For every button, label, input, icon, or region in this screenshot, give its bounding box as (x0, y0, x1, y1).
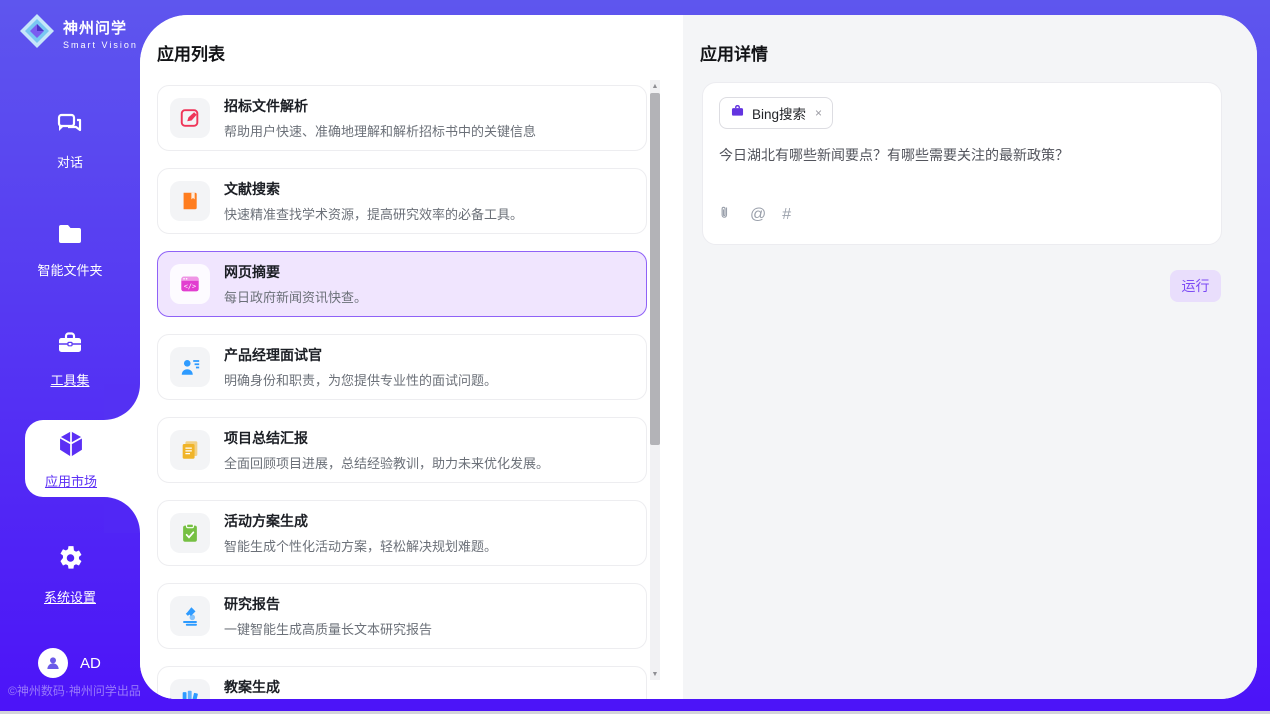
user-initials: AD (80, 655, 101, 672)
brand-name: 神州问学 (63, 17, 138, 38)
app-item-desc: 一键智能生成高质量长文本研究报告 (224, 619, 432, 638)
cube-icon (25, 428, 117, 465)
main-container: 应用列表 招标文件解析 帮助用户快速、准确地理解和解析招标书中的关键信息 文献搜… (140, 15, 1257, 699)
app-list-panel: 应用列表 招标文件解析 帮助用户快速、准确地理解和解析招标书中的关键信息 文献搜… (140, 15, 683, 699)
app-list-item[interactable]: 招标文件解析 帮助用户快速、准确地理解和解析招标书中的关键信息 (157, 85, 647, 151)
app-item-title: 项目总结汇报 (224, 428, 549, 448)
app-list-item[interactable]: 产品经理面试官 明确身份和职责，为您提供专业性的面试问题。 (157, 334, 647, 400)
sidebar-item-toolset[interactable]: 工具集 (0, 330, 140, 390)
sidebar-item-label: 智能文件夹 (37, 263, 102, 278)
app-item-title: 文献搜索 (224, 179, 523, 199)
sidebar-item-settings[interactable]: 系统设置 (0, 543, 140, 607)
scrollbar-thumb[interactable] (650, 93, 660, 445)
briefcase-icon (0, 330, 140, 361)
sidebar-item-app-market[interactable]: 应用市场 (25, 420, 140, 497)
sidebar-item-chat[interactable]: 对话 (0, 112, 140, 172)
interview-icon (170, 347, 210, 387)
clipboard-check-icon (170, 513, 210, 553)
app-list-item[interactable]: 文献搜索 快速精准查找学术资源，提高研究效率的必备工具。 (157, 168, 647, 234)
scrollbar[interactable]: ▲ ▼ (650, 80, 660, 680)
run-button[interactable]: 运行 (1170, 270, 1221, 302)
gear-icon (0, 543, 140, 578)
microscope-icon (170, 596, 210, 636)
app-list-item[interactable]: </> 网页摘要 每日政府新闻资讯快查。 (157, 251, 647, 317)
folder-icon (0, 222, 140, 251)
brand-logo: 神州问学 Smart Vision (18, 12, 138, 55)
avatar (38, 648, 68, 678)
close-icon[interactable]: × (815, 106, 822, 120)
browser-code-icon: </> (170, 264, 210, 304)
app-detail-title: 应用详情 (700, 40, 1257, 65)
app-item-desc: 明确身份和职责，为您提供专业性的面试问题。 (224, 370, 497, 389)
gem-logo-icon (18, 12, 56, 55)
app-item-desc: 全面回顾项目进展，总结经验教训，助力未来优化发展。 (224, 453, 549, 472)
sidebar-item-label: 工具集 (50, 373, 89, 388)
svg-text:</>: </> (184, 282, 196, 290)
tool-tag-label: Bing搜索 (752, 103, 806, 123)
user-account[interactable]: AD (38, 648, 101, 678)
tool-tag-bing-search[interactable]: Bing搜索 × (719, 97, 833, 129)
mention-at-icon[interactable]: @ (750, 206, 766, 224)
app-list-item[interactable]: 项目总结汇报 全面回顾项目进展，总结经验教训，助力未来优化发展。 (157, 417, 647, 483)
sidebar-item-label: 对话 (57, 155, 83, 170)
app-list: 招标文件解析 帮助用户快速、准确地理解和解析招标书中的关键信息 文献搜索 快速精… (140, 85, 683, 699)
chat-icon (0, 112, 140, 143)
books-icon (170, 679, 210, 699)
report-docs-icon (170, 430, 210, 470)
app-list-title: 应用列表 (157, 40, 683, 65)
prompt-card: Bing搜索 × 今日湖北有哪些新闻要点？有哪些需要关注的最新政策？ @ # (702, 82, 1222, 245)
app-item-desc: 智能生成个性化活动方案，轻松解决规划难题。 (224, 536, 497, 555)
copyright-footer: ©神州数码·神州问学出品 (8, 682, 141, 699)
edit-note-icon (170, 98, 210, 138)
sidebar-item-label: 应用市场 (45, 474, 97, 489)
paperclip-icon[interactable] (719, 204, 734, 226)
app-item-desc: 每日政府新闻资讯快查。 (224, 287, 367, 306)
scroll-up-icon[interactable]: ▲ (650, 80, 660, 92)
query-input[interactable]: 今日湖北有哪些新闻要点？有哪些需要关注的最新政策？ (719, 145, 1201, 165)
app-list-item[interactable]: 教案生成 模板驱动，教案秒成，教学准备从此轻松快捷 (157, 666, 647, 699)
bubble-corner-top (104, 384, 140, 420)
app-item-title: 网页摘要 (224, 262, 367, 282)
app-item-desc: 帮助用户快速、准确地理解和解析招标书中的关键信息 (224, 121, 536, 140)
book-icon (170, 181, 210, 221)
app-item-title: 产品经理面试官 (224, 345, 497, 365)
hash-icon[interactable]: # (782, 206, 791, 224)
attachment-toolbar: @ # (719, 204, 791, 226)
sidebar-item-label: 系统设置 (44, 590, 96, 605)
app-list-item[interactable]: 研究报告 一键智能生成高质量长文本研究报告 (157, 583, 647, 649)
bubble-corner-bottom (104, 497, 140, 533)
app-item-title: 研究报告 (224, 594, 432, 614)
sidebar-item-smart-folder[interactable]: 智能文件夹 (0, 222, 140, 280)
scroll-down-icon[interactable]: ▼ (650, 668, 660, 680)
brand-tagline: Smart Vision (63, 40, 138, 50)
app-item-desc: 快速精准查找学术资源，提高研究效率的必备工具。 (224, 204, 523, 223)
app-item-title: 活动方案生成 (224, 511, 497, 531)
sidebar: 神州问学 Smart Vision 对话 智能文件夹 (0, 0, 140, 714)
app-item-title: 招标文件解析 (224, 96, 536, 116)
app-detail-panel: 应用详情 Bing搜索 × 今日湖北有哪些新闻要点？有哪些需要关注的最新政策？ (683, 15, 1257, 699)
briefcase-tool-icon (730, 104, 745, 123)
app-list-item[interactable]: 活动方案生成 智能生成个性化活动方案，轻松解决规划难题。 (157, 500, 647, 566)
app-item-title: 教案生成 (224, 677, 484, 697)
